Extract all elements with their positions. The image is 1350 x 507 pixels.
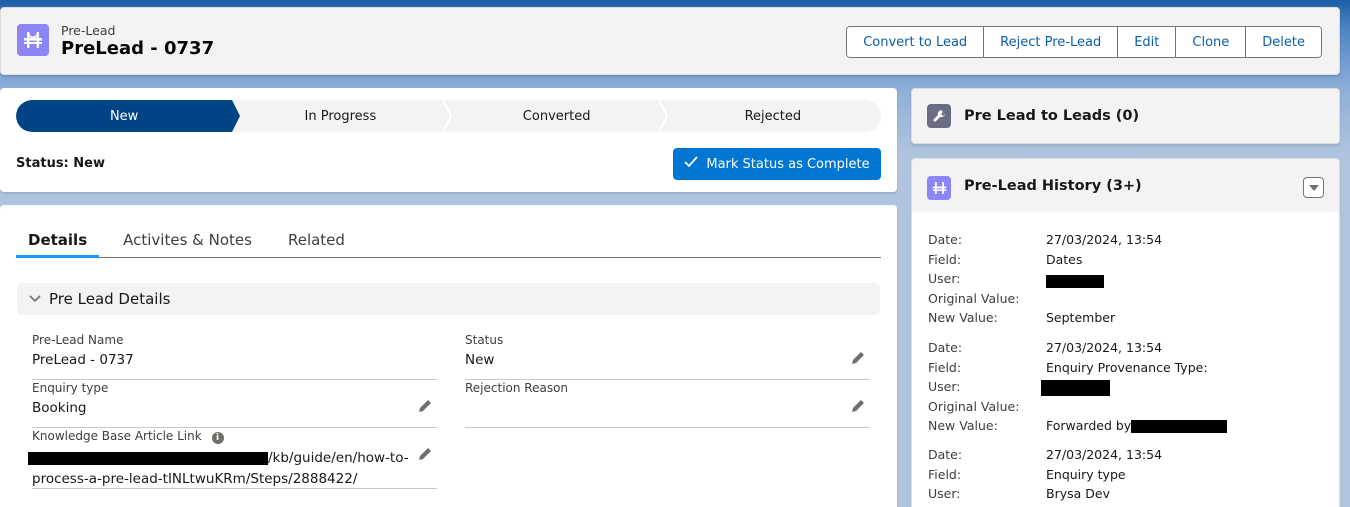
path-stage-in-progress[interactable]: In Progress <box>232 100 452 132</box>
field-kb-article-link: Knowledge Base Article Link i /kb/guide/… <box>28 428 437 490</box>
date-value: 27/03/2024, 13:54 <box>1046 447 1163 462</box>
label: Date: <box>928 232 963 247</box>
field-label: Pre-Lead Name <box>32 333 124 347</box>
field-value: PreLead - 0737 <box>32 352 134 368</box>
pencil-icon[interactable] <box>850 350 866 366</box>
date-value: 27/03/2024, 13:54 <box>1046 340 1163 355</box>
label: Field: <box>928 359 962 375</box>
label: New Value: <box>928 310 998 325</box>
label: User: <box>928 486 961 501</box>
field-value: Booking <box>32 400 87 416</box>
field-label: Rejection Reason <box>465 381 569 395</box>
field-value: Enquiry Provenance Type: <box>1046 359 1208 375</box>
redacted-block <box>1046 274 1104 288</box>
user-link[interactable]: Brysa Dev <box>1046 486 1110 506</box>
tab-details[interactable]: Details <box>16 223 100 258</box>
path-card: New In Progress Converted Rejected Statu… <box>0 88 897 192</box>
stage-label: New <box>109 108 139 124</box>
details-card: Details Activites & Notes Related Pre Le… <box>0 205 897 507</box>
delete-button[interactable]: Delete <box>1246 27 1321 57</box>
convert-to-lead-button[interactable]: Convert to Lead <box>847 27 985 57</box>
pre-lead-to-leads-card: Pre Lead to Leads (0) <box>911 88 1340 144</box>
link-text: /kb/guide/en/how-to- <box>268 450 409 466</box>
field-rejection-reason: Rejection Reason <box>465 380 870 428</box>
path-stage-converted[interactable]: Converted <box>449 100 668 132</box>
current-status: Status: New <box>16 156 105 171</box>
clone-button[interactable]: Clone <box>1176 27 1247 57</box>
pencil-icon[interactable] <box>417 446 433 462</box>
object-type-label: Pre-Lead <box>61 23 116 38</box>
field-enquiry-type: Enquiry type Booking <box>32 380 437 428</box>
date-value: 27/03/2024, 13:54 <box>1046 232 1163 247</box>
field-value: New <box>465 352 495 368</box>
redacted-block <box>1041 379 1110 396</box>
stage-label: Converted <box>522 108 591 124</box>
pencil-icon[interactable] <box>417 398 433 414</box>
checkmark-icon <box>684 156 699 172</box>
label: User: <box>928 379 961 394</box>
wrench-icon <box>927 104 951 128</box>
label: Field: <box>928 466 962 482</box>
edit-button[interactable]: Edit <box>1118 27 1177 57</box>
label: Field: <box>928 251 962 267</box>
bridge-icon <box>927 176 951 200</box>
pre-lead-history-card: Pre-Lead History (3+) <box>911 158 1340 214</box>
label: New Value: <box>928 418 998 433</box>
status-path: New In Progress Converted Rejected <box>16 100 881 132</box>
history-entry: Date: 27/03/2024, 13:54 Field: Enquiry Pro… <box>928 340 1328 438</box>
section-pre-lead-details[interactable]: Pre Lead Details <box>17 283 880 315</box>
label: Date: <box>928 340 963 355</box>
label: User: <box>928 271 961 286</box>
path-stage-rejected[interactable]: Rejected <box>665 100 881 132</box>
stage-label: Rejected <box>744 108 802 124</box>
link-text: process-a-pre-lead-tINLtwuKRm/Steps/2888… <box>32 471 358 487</box>
user-link[interactable] <box>1041 379 1110 399</box>
tab-related[interactable]: Related <box>276 223 357 257</box>
chevron-down-icon <box>29 292 41 307</box>
user-link[interactable] <box>1046 271 1104 291</box>
new-value-text: Forwarded by <box>1046 418 1132 433</box>
card-title[interactable]: Pre Lead to Leads (0) <box>964 108 1139 124</box>
label-text: Knowledge Base Article Link <box>32 429 202 443</box>
stage-separator <box>441 100 452 132</box>
new-value: Forwarded by <box>1046 418 1228 438</box>
field-value: Dates <box>1046 251 1083 267</box>
label: Date: <box>928 447 963 462</box>
history-actions-dropdown[interactable] <box>1303 177 1324 198</box>
reject-pre-lead-button[interactable]: Reject Pre-Lead <box>984 27 1119 57</box>
record-title: PreLead - 0737 <box>61 38 215 59</box>
action-buttons: Convert to Lead Reject Pre-Lead Edit Clo… <box>846 26 1322 58</box>
label: Original Value: <box>928 290 1020 306</box>
kb-link[interactable]: /kb/guide/en/how-to- process-a-pre-lead-… <box>28 448 409 490</box>
history-list: Date: 27/03/2024, 13:54 Field: Dates User:… <box>911 212 1340 507</box>
field-label: Knowledge Base Article Link i <box>32 429 224 444</box>
record-header: Pre-Lead PreLead - 0737 Convert to Lead … <box>0 7 1340 75</box>
info-icon[interactable]: i <box>211 432 224 444</box>
field-prelead-name: Pre-Lead Name PreLead - 0737 <box>32 332 437 380</box>
pencil-icon[interactable] <box>850 398 866 414</box>
field-label: Enquiry type <box>32 381 109 395</box>
tab-activities-notes[interactable]: Activites & Notes <box>111 223 264 257</box>
path-stage-new[interactable]: New <box>16 100 241 132</box>
field-status: Status New <box>465 332 870 380</box>
section-title: Pre Lead Details <box>49 290 171 308</box>
mark-status-complete-button[interactable]: Mark Status as Complete <box>673 148 881 180</box>
history-entry: Date: 27/03/2024, 13:54 Field: Enquiry typ… <box>928 447 1328 506</box>
new-value: September <box>1046 310 1116 325</box>
redacted-block <box>28 451 268 465</box>
record-tabs: Details Activites & Notes Related <box>16 223 881 258</box>
history-entry: Date: 27/03/2024, 13:54 Field: Dates User:… <box>928 232 1328 330</box>
stage-label: In Progress <box>304 108 377 124</box>
field-value: Enquiry type <box>1046 466 1126 482</box>
label: Original Value: <box>928 398 1020 414</box>
field-label: Status <box>465 333 504 347</box>
caret-down-icon <box>1308 184 1319 191</box>
bridge-icon <box>17 24 49 56</box>
redacted-block <box>1131 420 1228 433</box>
card-title[interactable]: Pre-Lead History (3+) <box>964 178 1142 194</box>
stage-separator <box>657 100 668 132</box>
mark-complete-label: Mark Status as Complete <box>706 156 870 172</box>
